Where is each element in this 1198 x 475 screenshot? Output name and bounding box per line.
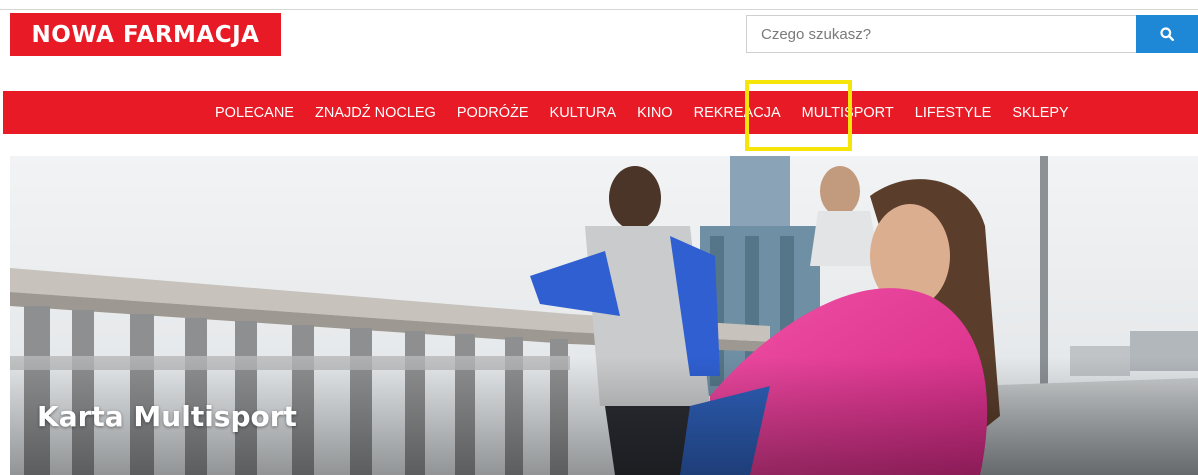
nav-item-multisport[interactable]: MULTISPORT: [802, 105, 894, 121]
hero-title: Karta Multisport: [37, 400, 297, 433]
nav-item-polecane[interactable]: POLECANE: [215, 105, 294, 121]
nav-item-lifestyle[interactable]: LIFESTYLE: [915, 105, 992, 121]
nav-item-kultura[interactable]: KULTURA: [550, 105, 617, 121]
search-icon: [1160, 27, 1174, 41]
nav-item-rekreacja[interactable]: REKREACJA: [694, 105, 781, 121]
main-nav: POLECANE ZNAJDŹ NOCLEG PODRÓŻE KULTURA K…: [3, 91, 1198, 134]
search-bar: [746, 15, 1198, 53]
nav-item-znajdz-nocleg[interactable]: ZNAJDŹ NOCLEG: [315, 105, 436, 121]
top-divider: [0, 9, 1198, 10]
nav-item-sklepy[interactable]: SKLEPY: [1012, 105, 1068, 121]
search-button[interactable]: [1136, 15, 1198, 53]
nav-item-kino[interactable]: KINO: [637, 105, 672, 121]
site-logo[interactable]: NOWA FARMACJA: [10, 13, 281, 56]
nav-item-podroze[interactable]: PODRÓŻE: [457, 105, 529, 121]
hero-banner[interactable]: Karta Multisport: [10, 156, 1198, 475]
search-input[interactable]: [746, 15, 1136, 53]
logo-text: NOWA FARMACJA: [31, 21, 260, 48]
